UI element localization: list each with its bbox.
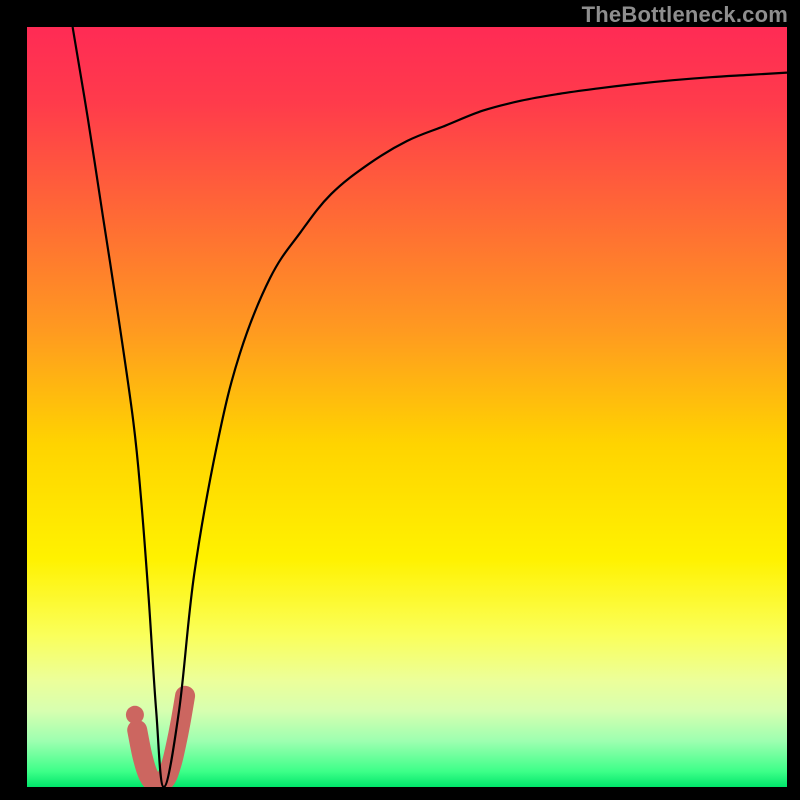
main-curve-path xyxy=(73,27,787,787)
plot-area xyxy=(27,27,787,787)
main-curve xyxy=(27,27,787,787)
chart-frame: TheBottleneck.com xyxy=(0,0,800,800)
watermark-text: TheBottleneck.com xyxy=(582,2,788,28)
